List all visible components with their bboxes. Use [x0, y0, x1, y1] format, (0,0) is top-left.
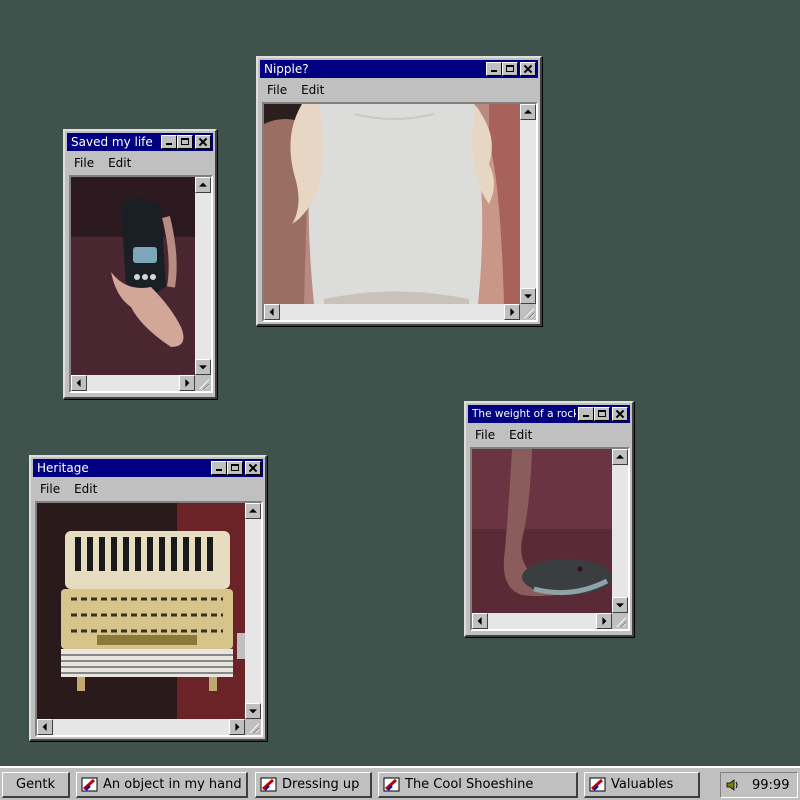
minimize-button[interactable] — [161, 135, 177, 149]
window-heritage[interactable]: Heritage File Edit — [29, 455, 267, 741]
paint-app-icon — [260, 776, 278, 794]
minimize-button[interactable] — [211, 461, 227, 475]
menu-edit[interactable]: Edit — [502, 428, 539, 442]
titlebar[interactable]: The weight of a rock — [468, 405, 630, 423]
vertical-scrollbar[interactable] — [612, 449, 628, 613]
taskbar-button-label: Valuables — [611, 777, 674, 792]
menu-file[interactable]: File — [260, 83, 294, 97]
scroll-down-button[interactable] — [612, 597, 628, 613]
maximize-button[interactable] — [502, 62, 518, 76]
menu-edit[interactable]: Edit — [101, 156, 138, 170]
menu-file[interactable]: File — [33, 482, 67, 496]
scroll-right-button[interactable] — [596, 613, 612, 629]
scroll-up-button[interactable] — [195, 177, 211, 193]
taskbar-button-dressing-up[interactable]: Dressing up — [255, 772, 372, 798]
scroll-up-button[interactable] — [245, 503, 261, 519]
taskbar-button-label: Dressing up — [282, 777, 360, 792]
speaker-icon[interactable] — [726, 778, 740, 792]
taskbar-button-object-in-hand[interactable]: An object in my hand — [76, 772, 248, 798]
window-title: Nipple? — [264, 62, 309, 76]
start-button[interactable]: Gentk — [2, 772, 70, 798]
close-button[interactable] — [195, 135, 211, 149]
vertical-scrollbar[interactable] — [520, 104, 536, 304]
paint-app-icon — [589, 776, 607, 794]
menubar: File Edit — [33, 479, 263, 499]
resize-grip-icon[interactable] — [195, 375, 211, 391]
system-tray: 99:99 — [720, 772, 798, 798]
window-title: Heritage — [37, 461, 89, 475]
window-nipple[interactable]: Nipple? File Edit — [256, 56, 542, 326]
titlebar[interactable]: Saved my life — [67, 133, 213, 151]
scroll-left-button[interactable] — [264, 304, 280, 320]
scroll-right-button[interactable] — [179, 375, 195, 391]
paint-app-icon — [383, 776, 401, 794]
image-viewport — [69, 175, 213, 393]
resize-grip-icon[interactable] — [612, 613, 628, 629]
image-viewport — [262, 102, 538, 322]
taskbar-button-valuables[interactable]: Valuables — [584, 772, 700, 798]
menubar: File Edit — [468, 425, 630, 445]
vertical-scrollbar[interactable] — [195, 177, 211, 375]
close-button[interactable] — [612, 407, 628, 421]
taskbar-button-label: An object in my hand — [103, 777, 242, 792]
window-title: The weight of a rock — [472, 408, 576, 420]
photo-accordion — [37, 503, 245, 719]
close-button[interactable] — [245, 461, 261, 475]
maximize-button[interactable] — [594, 407, 610, 421]
window-title: Saved my life — [71, 135, 153, 149]
menubar: File Edit — [67, 153, 213, 173]
window-saved-my-life[interactable]: Saved my life File Edit — [63, 129, 217, 399]
menubar: File Edit — [260, 80, 538, 100]
start-label: Gentk — [16, 777, 55, 792]
horizontal-scrollbar[interactable] — [264, 304, 520, 320]
scroll-down-button[interactable] — [195, 359, 211, 375]
menu-file[interactable]: File — [67, 156, 101, 170]
resize-grip-icon[interactable] — [520, 304, 536, 320]
taskbar-button-label: The Cool Shoeshine — [405, 777, 534, 792]
photo-hand-holding-device — [71, 177, 195, 375]
scroll-left-button[interactable] — [37, 719, 53, 735]
titlebar[interactable]: Nipple? — [260, 60, 538, 78]
image-viewport — [470, 447, 630, 631]
vertical-scrollbar[interactable] — [245, 503, 261, 719]
horizontal-scrollbar[interactable] — [71, 375, 195, 391]
minimize-button[interactable] — [486, 62, 502, 76]
scroll-up-button[interactable] — [520, 104, 536, 120]
taskbar-button-cool-shoeshine[interactable]: The Cool Shoeshine — [378, 772, 578, 798]
maximize-button[interactable] — [227, 461, 243, 475]
clock: 99:99 — [752, 777, 790, 793]
scroll-left-button[interactable] — [472, 613, 488, 629]
scroll-right-button[interactable] — [504, 304, 520, 320]
scroll-up-button[interactable] — [612, 449, 628, 465]
menu-file[interactable]: File — [468, 428, 502, 442]
maximize-button[interactable] — [177, 135, 193, 149]
taskbar: Gentk An object in my hand Dressing up T… — [0, 766, 800, 800]
menu-edit[interactable]: Edit — [294, 83, 331, 97]
scroll-down-button[interactable] — [245, 703, 261, 719]
resize-grip-icon[interactable] — [245, 719, 261, 735]
paint-app-icon — [81, 776, 99, 794]
scroll-right-button[interactable] — [229, 719, 245, 735]
close-button[interactable] — [520, 62, 536, 76]
photo-foot-on-rock — [472, 449, 612, 613]
window-weight-of-a-rock[interactable]: The weight of a rock File Edit — [464, 401, 634, 637]
image-viewport — [35, 501, 263, 737]
photo-white-top — [264, 104, 520, 304]
titlebar[interactable]: Heritage — [33, 459, 263, 477]
scroll-down-button[interactable] — [520, 288, 536, 304]
horizontal-scrollbar[interactable] — [472, 613, 612, 629]
minimize-button[interactable] — [578, 407, 594, 421]
menu-edit[interactable]: Edit — [67, 482, 104, 496]
horizontal-scrollbar[interactable] — [37, 719, 245, 735]
scroll-left-button[interactable] — [71, 375, 87, 391]
